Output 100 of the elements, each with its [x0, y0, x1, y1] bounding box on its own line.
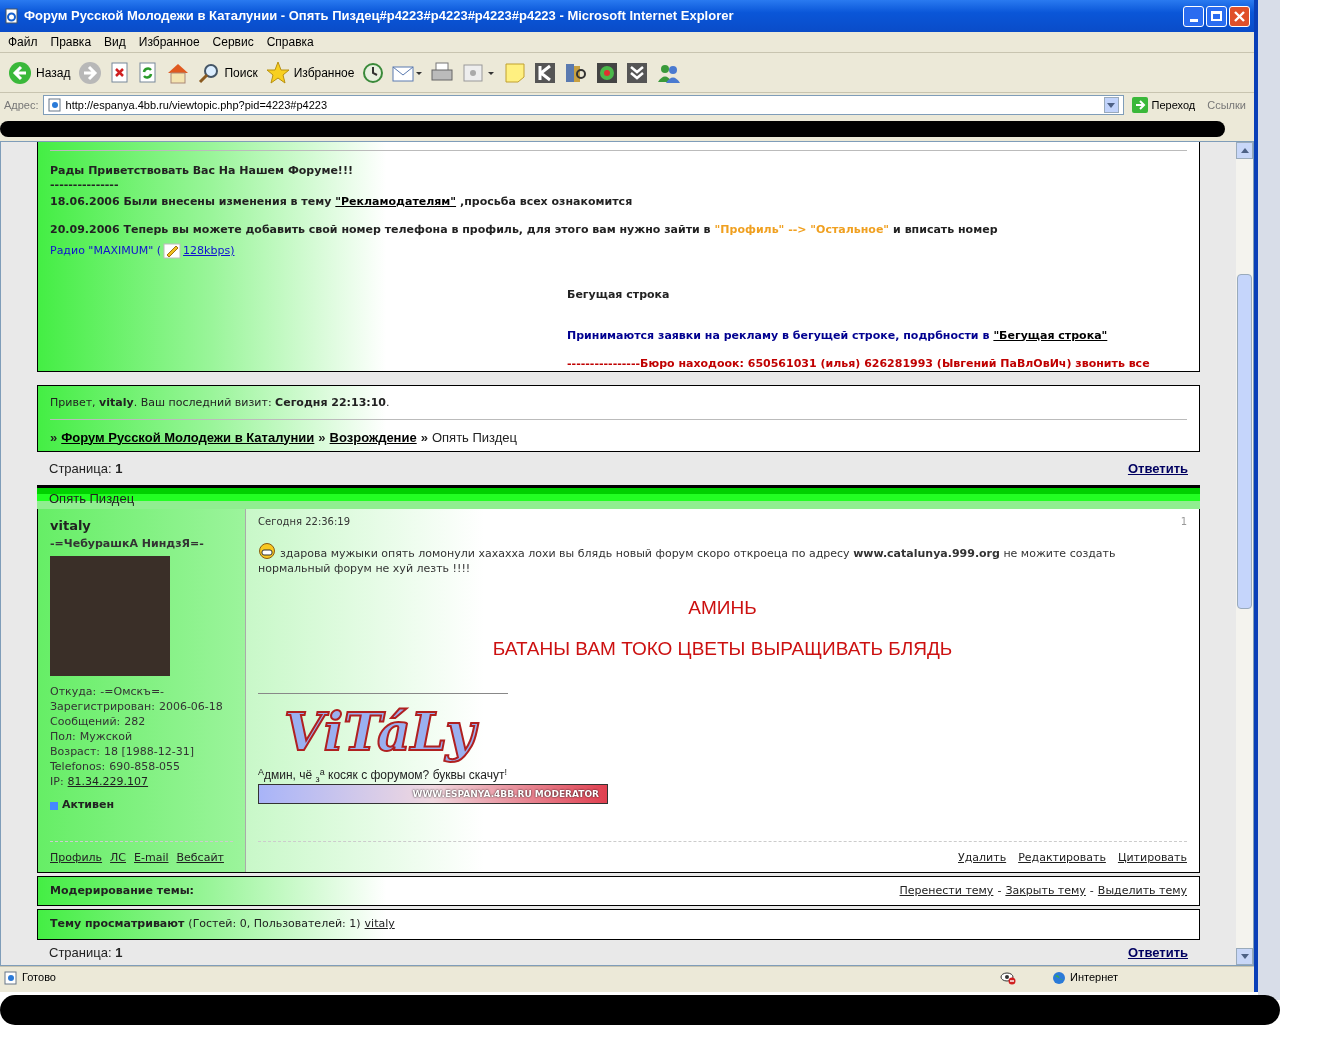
profile-field-label: IP:: [50, 774, 64, 790]
announcement-text: 18.06.2006 Были внесены изменения в тему: [50, 193, 332, 210]
k-letter-icon[interactable]: [534, 61, 557, 84]
dashed-divider: ---------------: [50, 179, 120, 190]
user-link[interactable]: vitaly: [364, 916, 395, 933]
topic-header: Опять Пиздец: [37, 485, 1200, 510]
books-icon[interactable]: [564, 61, 589, 84]
scrollbar[interactable]: [1236, 142, 1253, 965]
breadcrumb-separator: »: [318, 428, 326, 447]
topic-link[interactable]: "Рекламодателям": [335, 193, 457, 210]
announcement-text: 20.09.2006 Теперь вы можете добавить свой номер телефона в профиль, для этого вам нужно зайти в: [50, 222, 711, 238]
announcement-text: и вписать номер: [893, 222, 998, 238]
profile-field-value: 282: [124, 714, 146, 730]
page-indicator: Страница: 1: [49, 943, 123, 962]
link-separator: -: [997, 883, 1002, 900]
profile-field-label: Telefonos:: [50, 759, 106, 775]
window-title: Форум Русской Молодежи в Каталунии - Опять Пиздец#p4223#p4223#p4223#p4223 - Microsoft Internet Explorer: [24, 7, 734, 26]
post-text: здарова мужыки опять ломонули хахахха лохи вы блядь новый форум скоро откроеца по адресу www.catalunya.999.org не можите создать нормальный форум не хуй лезть !!!!: [258, 543, 1187, 577]
browser-page-icon: [4, 8, 20, 24]
highlighted-text: "Профиль" --> "Остальное": [714, 222, 890, 238]
page-indicator: Страница: 1: [49, 459, 123, 478]
breadcrumb-link[interactable]: Форум Русской Молодежи в Каталунии: [61, 427, 315, 447]
profile-field-label: Пол:: [50, 729, 76, 745]
scroll-up-button[interactable]: [1236, 142, 1253, 159]
minimize-button[interactable]: [1183, 5, 1204, 27]
page-icon: [4, 970, 18, 985]
moderation-link[interactable]: Выделить тему: [1097, 883, 1187, 900]
menu-item[interactable]: Избранное: [138, 33, 200, 51]
scroll-down-button[interactable]: [1236, 948, 1253, 965]
search-button[interactable]: Поиск: [198, 61, 258, 84]
signature-text: $^{А}$дмин, чё $_{з}$$^{а}$ косяк с форумом? буквы скачут$^{!}$: [258, 766, 508, 785]
menu-item[interactable]: Правка: [50, 33, 92, 51]
breadcrumb-link[interactable]: Возрождение: [329, 427, 417, 447]
ticker-text: ----------------Бюро находоок: 650561031 (илья) 626281993 (Ывгений ПаВлОвИч) звонить все: [567, 356, 1151, 372]
security-zone: Интернет: [1070, 970, 1119, 986]
user-title: -=ЧебурашкА НиндзЯ=-: [50, 535, 205, 552]
back-button[interactable]: Назад: [8, 60, 71, 85]
pencil-icon: [163, 242, 182, 259]
moderation-link[interactable]: Закрыть тему: [1005, 883, 1086, 900]
profile-field-label: Сообщений:: [50, 714, 121, 730]
profile-link[interactable]: ЛС: [110, 849, 126, 867]
page-icon: [47, 98, 62, 112]
star-icon[interactable]: [265, 60, 290, 85]
menu-item[interactable]: Файл: [8, 33, 38, 51]
search-icon[interactable]: [198, 61, 221, 84]
reply-link[interactable]: Ответить: [1127, 458, 1188, 479]
profile-field-label: Возраст:: [50, 744, 100, 760]
viewers-count: (Гостей: 0, Пользователей: 1): [188, 916, 361, 933]
menu-item[interactable]: Справка: [266, 33, 314, 51]
profile-field-label: Зарегистрирован:: [50, 699, 155, 715]
profile-field-label: Откуда:: [50, 684, 97, 700]
ticker-link[interactable]: "Бегущая строка": [993, 327, 1108, 344]
menu-item[interactable]: Вид: [104, 33, 126, 51]
moderation-link[interactable]: Перенести тему: [899, 883, 994, 900]
address-field[interactable]: http://espanya.4bb.ru/viewtopic.php?pid=4223#p4223: [42, 95, 1124, 115]
greeting-text: Привет, vitaly. Ваш последний визит: Сегодня 22:13:10.: [50, 395, 1187, 420]
ticker-notice: Принимаются заявки на рекламу в бегущей строке, подрбности в: [567, 327, 990, 344]
profile-field-value: Мужской: [79, 729, 133, 745]
go-arrow-icon[interactable]: [1131, 97, 1148, 113]
maximize-button[interactable]: [1206, 5, 1227, 27]
profile-link[interactable]: Профиль: [50, 849, 103, 867]
close-icon[interactable]: [1234, 10, 1245, 22]
stop-icon[interactable]: [110, 61, 131, 84]
post-date: Сегодня 22:36:19: [258, 515, 351, 530]
author-name: vitaly: [50, 517, 92, 536]
viewers-label: Тему просматривают: [50, 916, 185, 933]
menu-item[interactable]: Сервис: [212, 33, 254, 51]
ip-link[interactable]: 81.34.229.107: [67, 774, 149, 790]
profile-link[interactable]: E-mail: [134, 849, 169, 867]
profile-link[interactable]: Вебсайт: [176, 849, 224, 867]
status-text: Активен: [62, 797, 115, 814]
refresh-icon[interactable]: [138, 61, 159, 84]
stream-link[interactable]: 128kbps): [183, 242, 235, 259]
post-action-link[interactable]: Удалить: [958, 849, 1007, 867]
link-separator: -: [1089, 883, 1094, 900]
address-label: Адрес:: [4, 97, 39, 113]
post-number: 1: [1180, 515, 1187, 530]
post-action-link[interactable]: Цитировать: [1117, 849, 1187, 867]
profile-field-value: 18 [1988-12-31]: [104, 744, 195, 760]
printer-icon[interactable]: [430, 61, 455, 84]
chevrons-icon[interactable]: [626, 61, 649, 84]
up-arrow-icon[interactable]: [1240, 148, 1249, 153]
blocked-eye-icon: [1000, 970, 1016, 985]
globe-icon: [1052, 970, 1066, 985]
announcement-text: ,просьба всех ознакомится: [460, 193, 633, 210]
go-button[interactable]: Переход: [1127, 96, 1200, 114]
post-action-link[interactable]: Редактировать: [1018, 849, 1106, 867]
down-arrow-icon[interactable]: [1240, 954, 1249, 959]
breadcrumb-current: Опять Пиздец: [431, 428, 517, 447]
emphasized-text: АМИНЬ: [687, 596, 758, 621]
grinning-face-icon: [258, 543, 276, 560]
close-button[interactable]: [1229, 5, 1250, 27]
flower-icon[interactable]: [596, 61, 619, 84]
profile-field-value: -=Омскъ=-: [100, 684, 165, 700]
scrollbar-thumb[interactable]: [1237, 274, 1252, 609]
reply-link[interactable]: Ответить: [1127, 942, 1188, 963]
clock-icon[interactable]: [362, 61, 385, 84]
dropdown-icon[interactable]: [1103, 97, 1119, 113]
favorites-button[interactable]: Избранное: [265, 60, 355, 85]
radio-label: Радио "MAXIMUM" (: [50, 242, 162, 259]
